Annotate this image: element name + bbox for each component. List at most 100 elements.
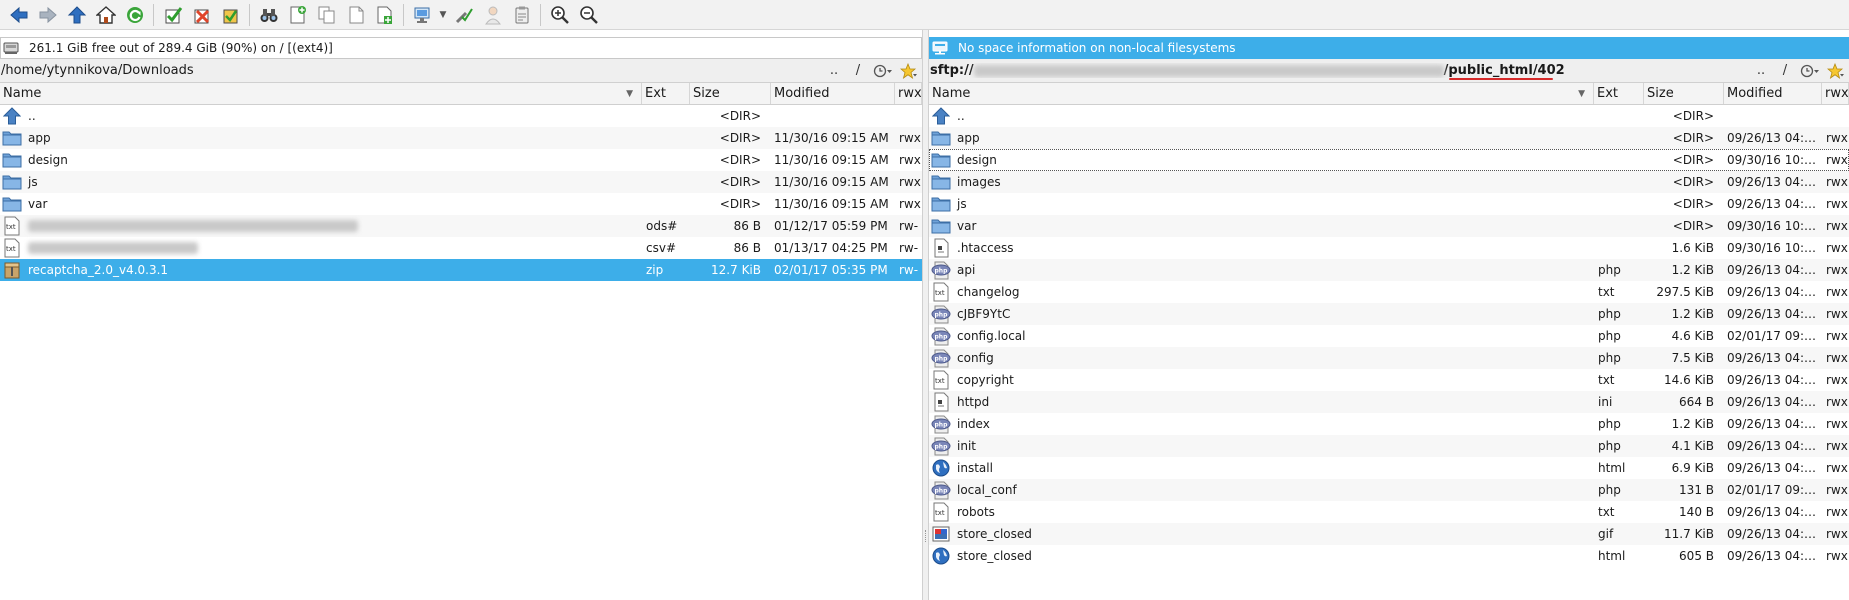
column-name[interactable]: Name ▼ [0, 83, 642, 104]
file-row[interactable]: design <DIR> 11/30/16 09:15 AM rwx [0, 149, 922, 171]
disk-space-info: 261.1 GiB free out of 289.4 GiB (90%) on… [0, 37, 922, 59]
file-name: changelog [957, 285, 1020, 299]
file-modified [1724, 105, 1822, 127]
file-ext [1594, 149, 1644, 171]
unselect-icon[interactable] [187, 2, 216, 28]
file-row[interactable]: txt csv# 86 B 01/13/17 04:25 PM rw- [0, 237, 922, 259]
column-name[interactable]: Name ▼ [929, 83, 1594, 104]
file-row[interactable]: js <DIR> 09/26/13 04:… rwx [929, 193, 1849, 215]
file-row[interactable]: txt robots txt 140 B 09/26/13 04:… rwx [929, 501, 1849, 523]
copy-icon[interactable] [312, 2, 341, 28]
column-permissions[interactable]: rwx [895, 83, 922, 104]
file-row[interactable]: .htaccess 1.6 KiB 09/30/16 10:… rwx [929, 237, 1849, 259]
svg-text:php: php [935, 312, 949, 319]
file-size: 86 B [733, 219, 761, 233]
network-icon[interactable] [408, 2, 437, 28]
column-ext[interactable]: Ext [642, 83, 690, 104]
remote-current-path[interactable]: sftp:// /public_html/402 [930, 63, 1749, 78]
new-file-icon[interactable] [283, 2, 312, 28]
file-size: 7.5 KiB [1671, 351, 1714, 365]
column-modified[interactable]: Modified [1724, 83, 1822, 104]
blank-page-icon[interactable] [341, 2, 370, 28]
file-row[interactable]: php local_conf php 131 B 02/01/17 09:… rwx [929, 479, 1849, 501]
history-icon[interactable] [1797, 64, 1823, 78]
home-icon[interactable] [91, 2, 120, 28]
globe-icon [930, 546, 952, 566]
file-row[interactable]: images <DIR> 09/26/13 04:… rwx [929, 171, 1849, 193]
file-row[interactable]: .. <DIR> [0, 105, 922, 127]
file-row[interactable]: app <DIR> 09/26/13 04:… rwx [929, 127, 1849, 149]
history-icon[interactable] [870, 64, 896, 78]
person-icon[interactable] [478, 2, 507, 28]
file-row[interactable]: var <DIR> 11/30/16 09:15 AM rwx [0, 193, 922, 215]
invert-selection-icon[interactable] [216, 2, 245, 28]
folder-icon [1, 128, 23, 148]
file-name-cell: js [929, 193, 1594, 215]
dropdown-caret-icon[interactable]: ▼ [437, 2, 449, 28]
zoom-in-icon[interactable] [545, 2, 574, 28]
back-arrow-icon[interactable] [4, 2, 33, 28]
file-row[interactable]: store_closed gif 11.7 KiB 09/26/13 04:… rwx [929, 523, 1849, 545]
file-row[interactable]: php config.local php 4.6 KiB 02/01/17 09:… rw… [929, 325, 1849, 347]
file-row[interactable]: install html 6.9 KiB 09/26/13 04:… rwx [929, 457, 1849, 479]
remote-path-bar[interactable]: sftp:// /public_html/402 .. / [929, 59, 1849, 83]
file-modified: 09/26/13 04:… [1727, 285, 1817, 299]
svg-text:php: php [935, 334, 949, 341]
tools-icon[interactable] [449, 2, 478, 28]
file-size: 1.2 KiB [1671, 307, 1714, 321]
file-row[interactable]: php cJBF9YtC php 1.2 KiB 09/26/13 04:… rwx [929, 303, 1849, 325]
path-bar[interactable]: /home/ytynnikova/Downloads .. / [0, 59, 922, 83]
current-path[interactable]: /home/ytynnikova/Downloads [1, 63, 822, 78]
file-row[interactable]: var <DIR> 09/30/16 10:… rwx [929, 215, 1849, 237]
parent-dir-button[interactable]: .. [822, 63, 846, 78]
file-row[interactable]: recaptcha_2.0_v4.0.3.1 zip 12.7 KiB 02/01/1… [0, 259, 922, 281]
column-size[interactable]: Size [690, 83, 771, 104]
file-row[interactable]: httpd ini 664 B 09/26/13 04:… rwx [929, 391, 1849, 413]
binoculars-icon[interactable] [254, 2, 283, 28]
file-permissions: rwx [1826, 307, 1848, 321]
add-file-icon[interactable] [370, 2, 399, 28]
file-row[interactable]: php init php 4.1 KiB 09/26/13 04:… rwx [929, 435, 1849, 457]
column-size[interactable]: Size [1644, 83, 1724, 104]
file-row[interactable]: txt ods# 86 B 01/12/17 05:59 PM rw- [0, 215, 922, 237]
file-modified: 09/26/13 04:… [1727, 527, 1817, 541]
root-dir-button[interactable]: / [1773, 63, 1797, 78]
file-row[interactable]: design <DIR> 09/30/16 10:… rwx [929, 149, 1849, 171]
file-name-cell: store_closed [929, 545, 1594, 567]
up-arrow-icon[interactable] [62, 2, 91, 28]
file-name: app [957, 131, 980, 145]
file-size: 1.2 KiB [1671, 263, 1714, 277]
file-row[interactable]: txt changelog txt 297.5 KiB 09/26/13 04:… rwx [929, 281, 1849, 303]
file-row[interactable]: .. <DIR> [929, 105, 1849, 127]
file-ext: ini [1598, 395, 1613, 409]
file-ext: zip [646, 263, 664, 277]
file-row[interactable]: php index php 1.2 KiB 09/26/13 04:… rwx [929, 413, 1849, 435]
file-list: .. <DIR> app <DIR> 09/26/13 04:… rwx design <DI… [929, 105, 1849, 567]
file-row[interactable]: store_closed html 605 B 09/26/13 04:… rwx [929, 545, 1849, 567]
php-file-icon: php [930, 304, 952, 324]
clipboard-icon[interactable] [507, 2, 536, 28]
column-ext[interactable]: Ext [1594, 83, 1644, 104]
forward-arrow-icon[interactable] [33, 2, 62, 28]
file-modified: 09/26/13 04:… [1727, 197, 1817, 211]
zoom-out-icon[interactable] [574, 2, 603, 28]
file-ext: php [1598, 307, 1621, 321]
panel-splitter[interactable] [922, 30, 929, 600]
sort-caret-icon: ▼ [1578, 88, 1585, 99]
file-ext [642, 171, 690, 193]
file-row[interactable]: php config php 7.5 KiB 09/26/13 04:… rwx [929, 347, 1849, 369]
root-dir-button[interactable]: / [846, 63, 870, 78]
bookmark-star-icon[interactable] [896, 62, 922, 79]
file-row[interactable]: php api php 1.2 KiB 09/26/13 04:… rwx [929, 259, 1849, 281]
parent-dir-button[interactable]: .. [1749, 63, 1773, 78]
bookmark-star-icon[interactable] [1823, 62, 1849, 79]
file-row[interactable]: app <DIR> 11/30/16 09:15 AM rwx [0, 127, 922, 149]
file-row[interactable]: txt copyright txt 14.6 KiB 09/26/13 04:… rwx [929, 369, 1849, 391]
select-all-icon[interactable] [158, 2, 187, 28]
column-permissions[interactable]: rwx [1822, 83, 1849, 104]
refresh-icon[interactable] [120, 2, 149, 28]
folder-icon [930, 150, 952, 170]
file-row[interactable]: js <DIR> 11/30/16 09:15 AM rwx [0, 171, 922, 193]
column-modified[interactable]: Modified [771, 83, 895, 104]
svg-text:txt: txt [6, 223, 16, 231]
